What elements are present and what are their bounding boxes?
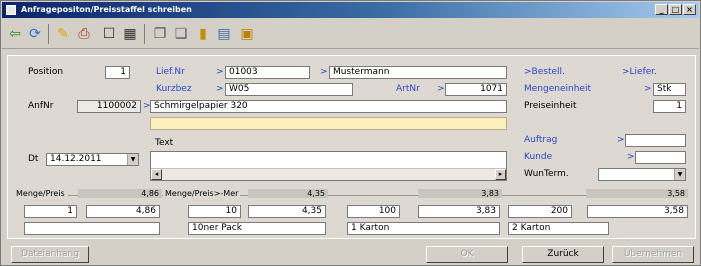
liefname-lookup-arrow[interactable]: >	[320, 66, 328, 78]
print-icon[interactable]: ⎙	[75, 25, 93, 43]
kurzbez-label[interactable]: Kurzbez	[156, 83, 192, 95]
preiseinheit-field[interactable]: 1	[653, 100, 686, 113]
minimize-button[interactable]: _	[655, 4, 668, 15]
refresh-icon[interactable]: ⟳	[26, 25, 44, 43]
copy-icon[interactable]: ❐	[151, 25, 169, 43]
einheit-1-field[interactable]	[24, 222, 160, 235]
preis-3-field[interactable]: 3,83	[418, 205, 500, 218]
bottle-icon[interactable]: ▮	[194, 25, 212, 43]
chevron-down-icon[interactable]: ▼	[674, 169, 685, 180]
position-field[interactable]: 1	[105, 66, 130, 79]
menge-preis-mer-label: Menge/Preis>-Mer	[163, 189, 241, 198]
anfnr-label: AnfNr	[28, 101, 54, 111]
form-panel: Position 1 Lief.Nr > 01003 > Mustermann …	[7, 55, 696, 239]
menge-4-field[interactable]: 200	[508, 205, 572, 218]
date-value: 14.12.2011	[50, 154, 102, 164]
blank-page-icon[interactable]: ☐	[100, 25, 118, 43]
wunterm-label: WunTerm.	[524, 169, 569, 179]
toolbar-separator	[144, 24, 145, 44]
toolbar: ⇦ ⟳ ✎ ⎙ ☐ ▦ ❐ ❏ ▮ ▤ ▣	[2, 19, 699, 49]
preiseinheit-label: Preiseinheit	[524, 101, 577, 111]
zurueck-button[interactable]: Zurück	[522, 246, 604, 263]
liefnr-label[interactable]: Lief.Nr	[156, 66, 185, 78]
bestell-link[interactable]: >Bestell.	[524, 66, 565, 78]
chevron-down-icon[interactable]: ▼	[127, 154, 138, 165]
auftrag-lookup-arrow[interactable]: >	[617, 134, 625, 146]
lieferant-name-field[interactable]: Mustermann	[329, 66, 507, 79]
menge-2-field[interactable]: 10	[188, 205, 241, 218]
artnr-field[interactable]: 1071	[445, 83, 507, 96]
bezeichnung-field[interactable]: Schmirgelpapier 320	[150, 100, 507, 113]
auftrag-field[interactable]	[625, 134, 686, 147]
head-price-3: 3,83	[418, 189, 502, 198]
maximize-button[interactable]: □	[669, 4, 682, 15]
ok-button[interactable]: OK	[426, 246, 508, 263]
head-price-1: 4,86	[78, 189, 162, 198]
mengeneinheit-field[interactable]: Stk	[653, 83, 686, 96]
anfnr-field: 1100002	[77, 100, 141, 113]
position-label: Position	[28, 67, 64, 77]
date-picker[interactable]: 14.12.2011 ▼	[46, 153, 139, 166]
close-button[interactable]: ×	[683, 4, 696, 15]
head-price-2: 4,35	[248, 189, 328, 198]
back-arrow-icon[interactable]: ⇦	[6, 25, 24, 43]
title-bar[interactable]: Anfragepositon/Preisstaffel schreiben _ …	[2, 2, 699, 18]
clipboard-icon[interactable]: ▣	[238, 25, 256, 43]
preis-2-field[interactable]: 4,35	[248, 205, 326, 218]
scroll-left-icon[interactable]: ◂	[151, 169, 162, 180]
horizontal-scrollbar[interactable]: ◂ ▸	[151, 168, 506, 180]
liefnr-field[interactable]: 01003	[225, 66, 310, 79]
uebernehmen-button[interactable]: Übernehmen	[612, 246, 694, 263]
mengeneinheit-label[interactable]: Mengeneinheit	[524, 83, 591, 95]
window-title: Anfragepositon/Preisstaffel schreiben	[21, 5, 192, 14]
liefnr-lookup-arrow[interactable]: >	[216, 66, 224, 78]
toolbar-separator	[48, 24, 49, 44]
app-icon	[6, 5, 16, 15]
artnr-lookup-arrow[interactable]: >	[437, 83, 445, 95]
kunde-lookup-arrow[interactable]: >	[627, 151, 635, 163]
grid-icon[interactable]: ▦	[121, 25, 139, 43]
preis-4-field[interactable]: 3,58	[587, 205, 688, 218]
menge-1-field[interactable]: 1	[24, 205, 77, 218]
zusatztext-field[interactable]	[150, 117, 507, 130]
kunde-label[interactable]: Kunde	[524, 151, 552, 163]
kurzbez-field[interactable]: W05	[225, 83, 353, 96]
menge-preis-label: Menge/Preis	[16, 189, 68, 198]
dialog-window: Anfragepositon/Preisstaffel schreiben _ …	[0, 0, 701, 266]
document-icon[interactable]: ▤	[215, 25, 233, 43]
key-icon[interactable]: ✎	[54, 25, 72, 43]
liefer-link[interactable]: >Liefer.	[622, 66, 657, 78]
mengeneinheit-lookup-arrow[interactable]: >	[644, 83, 652, 95]
dateianhang-button[interactable]: Dateianhang	[11, 246, 89, 263]
dt-label: Dt	[28, 154, 39, 164]
paste-icon[interactable]: ❏	[172, 25, 190, 43]
einheit-3-field[interactable]: 1 Karton	[347, 222, 500, 235]
head-price-4: 3,58	[586, 189, 688, 198]
kunde-field[interactable]	[635, 151, 686, 164]
price-table-header: Menge/Preis 4,86 Menge/Preis>-Mer 4,35 3…	[16, 189, 688, 202]
preis-1-field[interactable]: 4,86	[86, 205, 160, 218]
kurzbez-lookup-arrow[interactable]: >	[216, 83, 224, 95]
einheit-4-field[interactable]: 2 Karton	[508, 222, 609, 235]
artnr-label[interactable]: ArtNr	[396, 83, 420, 95]
wunterm-picker[interactable]: ▼	[598, 168, 686, 181]
einheit-2-field[interactable]: 10ner Pack	[188, 222, 326, 235]
menge-3-field[interactable]: 100	[347, 205, 400, 218]
auftrag-label[interactable]: Auftrag	[524, 134, 557, 146]
text-label: Text	[155, 138, 174, 148]
text-area[interactable]: ◂ ▸	[150, 151, 507, 181]
scroll-right-icon[interactable]: ▸	[495, 169, 506, 180]
